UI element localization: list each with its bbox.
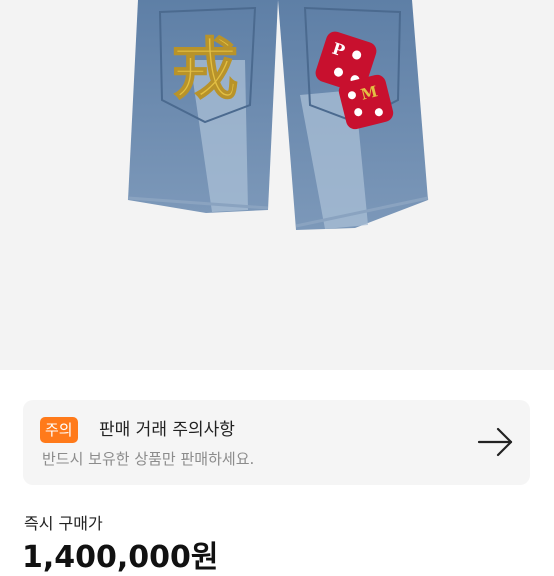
- notice-title: 판매 거래 주의사항: [99, 420, 235, 440]
- sale-notice-card[interactable]: 주의 판매 거래 주의사항 반드시 보유한 상품만 판매하세요.: [23, 400, 530, 485]
- notice-badge: 주의: [40, 417, 78, 443]
- price-value: 1,400,000원: [22, 540, 219, 575]
- kanji-embroidery: 戎: [172, 30, 238, 108]
- price-label: 즉시 구매가: [24, 514, 103, 533]
- denim-shorts-illustration: 戎 P M: [127, 0, 429, 230]
- notice-subtitle: 반드시 보유한 상품만 판매하세요.: [42, 450, 255, 468]
- arrow-right-icon[interactable]: [476, 425, 516, 459]
- product-image: 戎 P M: [0, 0, 554, 370]
